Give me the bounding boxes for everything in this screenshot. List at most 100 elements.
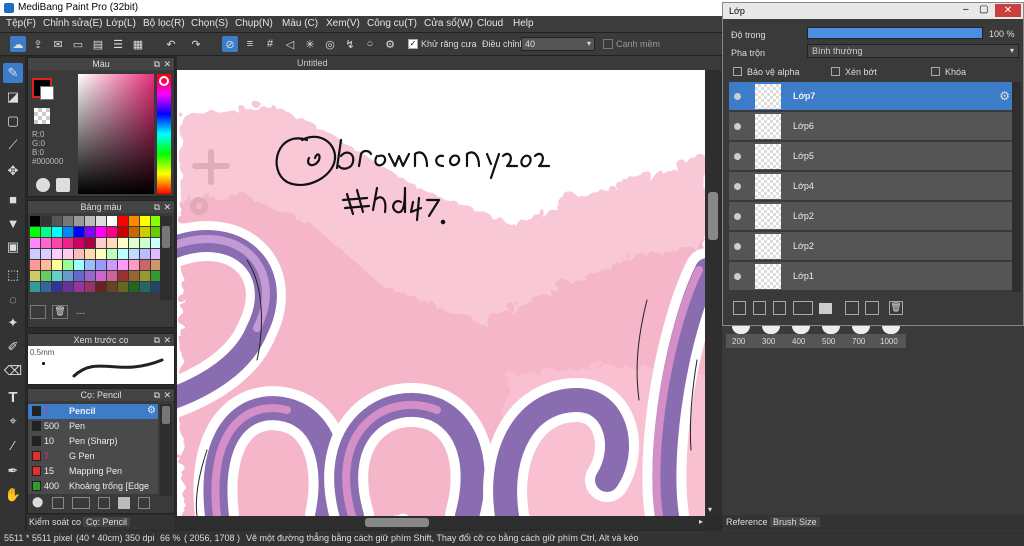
- palette-swatch[interactable]: [118, 271, 128, 281]
- palette-scrollbar[interactable]: [160, 216, 172, 300]
- protect-alpha-checkbox[interactable]: [733, 67, 742, 76]
- lock-checkbox[interactable]: [931, 67, 940, 76]
- palette-swatch[interactable]: [30, 260, 40, 270]
- palette-swatch[interactable]: [96, 282, 106, 292]
- color-swap-icon[interactable]: [56, 178, 70, 192]
- eye-icon[interactable]: [734, 183, 741, 190]
- palette-swatch[interactable]: [107, 216, 117, 226]
- grid-icon[interactable]: ▦: [130, 36, 146, 52]
- brush-tool-icon[interactable]: ✎: [3, 63, 23, 83]
- parallel-snap-icon[interactable]: ≡: [242, 36, 258, 52]
- soft-edge-checkbox[interactable]: [603, 39, 613, 49]
- hue-handle[interactable]: [159, 76, 169, 86]
- float-icon[interactable]: ⧉: [154, 389, 160, 401]
- hand-tool-icon[interactable]: ✋: [3, 485, 23, 505]
- brush-item-pen[interactable]: 500 Pen: [28, 419, 158, 434]
- close-icon[interactable]: ✕: [163, 58, 171, 70]
- palette-swatch[interactable]: [41, 282, 51, 292]
- palette-swatch[interactable]: [41, 271, 51, 281]
- duplicate-layer-icon[interactable]: [845, 301, 859, 315]
- close-icon[interactable]: ✕: [163, 389, 171, 401]
- float-icon[interactable]: ⧉: [154, 334, 160, 346]
- palette-swatch[interactable]: [85, 260, 95, 270]
- horizontal-scroll-thumb[interactable]: [365, 518, 429, 527]
- palette-swatch[interactable]: [129, 238, 139, 248]
- copy-icon[interactable]: [138, 497, 150, 509]
- palette-swatch[interactable]: [63, 260, 73, 270]
- layer-scrollbar[interactable]: [1012, 82, 1021, 292]
- bucket-tool-icon[interactable]: ▼: [3, 213, 23, 233]
- folder-icon[interactable]: [819, 303, 832, 314]
- brush-size-dot[interactable]: [822, 326, 840, 334]
- vertical-scrollbar[interactable]: ▾: [705, 70, 721, 516]
- fill-rect-tool-icon[interactable]: ■: [3, 189, 23, 209]
- palette-swatch[interactable]: [74, 260, 84, 270]
- menu-window[interactable]: Cửa sổ(W): [424, 18, 473, 29]
- palette-swatch[interactable]: [52, 227, 62, 237]
- close-icon[interactable]: ✕: [163, 201, 171, 213]
- palette-swatch[interactable]: [107, 227, 117, 237]
- layer-row[interactable]: Lớp5: [729, 142, 1012, 171]
- brush-size-label[interactable]: 300: [762, 337, 775, 346]
- palette-swatch[interactable]: [41, 216, 51, 226]
- brush-size-label[interactable]: 500: [822, 337, 835, 346]
- palette-swatch[interactable]: [52, 249, 62, 259]
- palette-swatch[interactable]: [118, 249, 128, 259]
- palette-swatch[interactable]: [129, 260, 139, 270]
- eye-icon[interactable]: [734, 123, 741, 130]
- line-tool-icon[interactable]: ⟋: [3, 135, 23, 155]
- palette-swatch[interactable]: [129, 249, 139, 259]
- palette-swatch[interactable]: [118, 216, 128, 226]
- palette-swatch[interactable]: [107, 238, 117, 248]
- menu-cloud[interactable]: Cloud: [477, 18, 503, 29]
- brush-size-label[interactable]: 200: [732, 337, 745, 346]
- palette-swatch[interactable]: [30, 271, 40, 281]
- palette-swatch[interactable]: [30, 216, 40, 226]
- palette-swatch[interactable]: [85, 249, 95, 259]
- vanish-snap-icon[interactable]: ◁: [282, 36, 298, 52]
- close-icon[interactable]: ✕: [995, 4, 1021, 17]
- palette-swatch[interactable]: [30, 282, 40, 292]
- menu-view[interactable]: Xem(V): [326, 18, 360, 29]
- palette-swatch[interactable]: [52, 271, 62, 281]
- move-tool-icon[interactable]: ✥: [3, 161, 23, 181]
- palette-swatch[interactable]: [107, 271, 117, 281]
- new-layer-icon[interactable]: [733, 301, 746, 315]
- palette-swatch[interactable]: [74, 227, 84, 237]
- palette-swatch[interactable]: [63, 282, 73, 292]
- brush-add-icon[interactable]: ⬤: [32, 497, 43, 508]
- brush-size-dot[interactable]: [732, 326, 750, 334]
- palette-swatch[interactable]: [107, 249, 117, 259]
- brush-size-dot[interactable]: [882, 326, 900, 334]
- layer-row[interactable]: Lớp1: [729, 262, 1012, 291]
- close-icon[interactable]: ✕: [163, 334, 171, 346]
- transparent-color-swatch[interactable]: [34, 108, 50, 124]
- new-8bit-layer-icon[interactable]: [773, 301, 786, 315]
- tab-brush-size[interactable]: Brush Size: [770, 517, 820, 527]
- palette-swatch[interactable]: [41, 227, 51, 237]
- eye-icon[interactable]: [734, 93, 741, 100]
- menu-edit[interactable]: Chỉnh sửa(E): [43, 18, 103, 29]
- palette-swatch[interactable]: [118, 227, 128, 237]
- trash-icon[interactable]: 🗑: [889, 301, 903, 315]
- eye-icon[interactable]: [734, 273, 741, 280]
- new-halftone-layer-icon[interactable]: [753, 301, 766, 315]
- page-icon[interactable]: ▭: [70, 36, 86, 52]
- layer-row[interactable]: Lớp2: [729, 232, 1012, 261]
- palette-swatch[interactable]: [129, 282, 139, 292]
- palette-swatch[interactable]: [107, 260, 117, 270]
- palette-swatch[interactable]: [63, 249, 73, 259]
- scroll-right-icon[interactable]: ▸: [699, 517, 703, 526]
- gear-icon[interactable]: ⚙: [382, 36, 398, 52]
- brush-item-pen-sharp[interactable]: 10 Pen (Sharp): [28, 434, 158, 449]
- minimize-icon[interactable]: –: [963, 4, 969, 15]
- rect-tool-icon[interactable]: ▢: [3, 111, 23, 131]
- palette-swatch[interactable]: [41, 238, 51, 248]
- palette-swatch[interactable]: [85, 227, 95, 237]
- snap-off-icon[interactable]: ⊘: [222, 36, 238, 52]
- palette-swatch[interactable]: [74, 238, 84, 248]
- operation-tool-icon[interactable]: ⌖: [3, 411, 23, 431]
- palette-swatch[interactable]: [140, 216, 150, 226]
- palette-swatch[interactable]: [85, 271, 95, 281]
- circle-snap-icon[interactable]: ◎: [322, 36, 338, 52]
